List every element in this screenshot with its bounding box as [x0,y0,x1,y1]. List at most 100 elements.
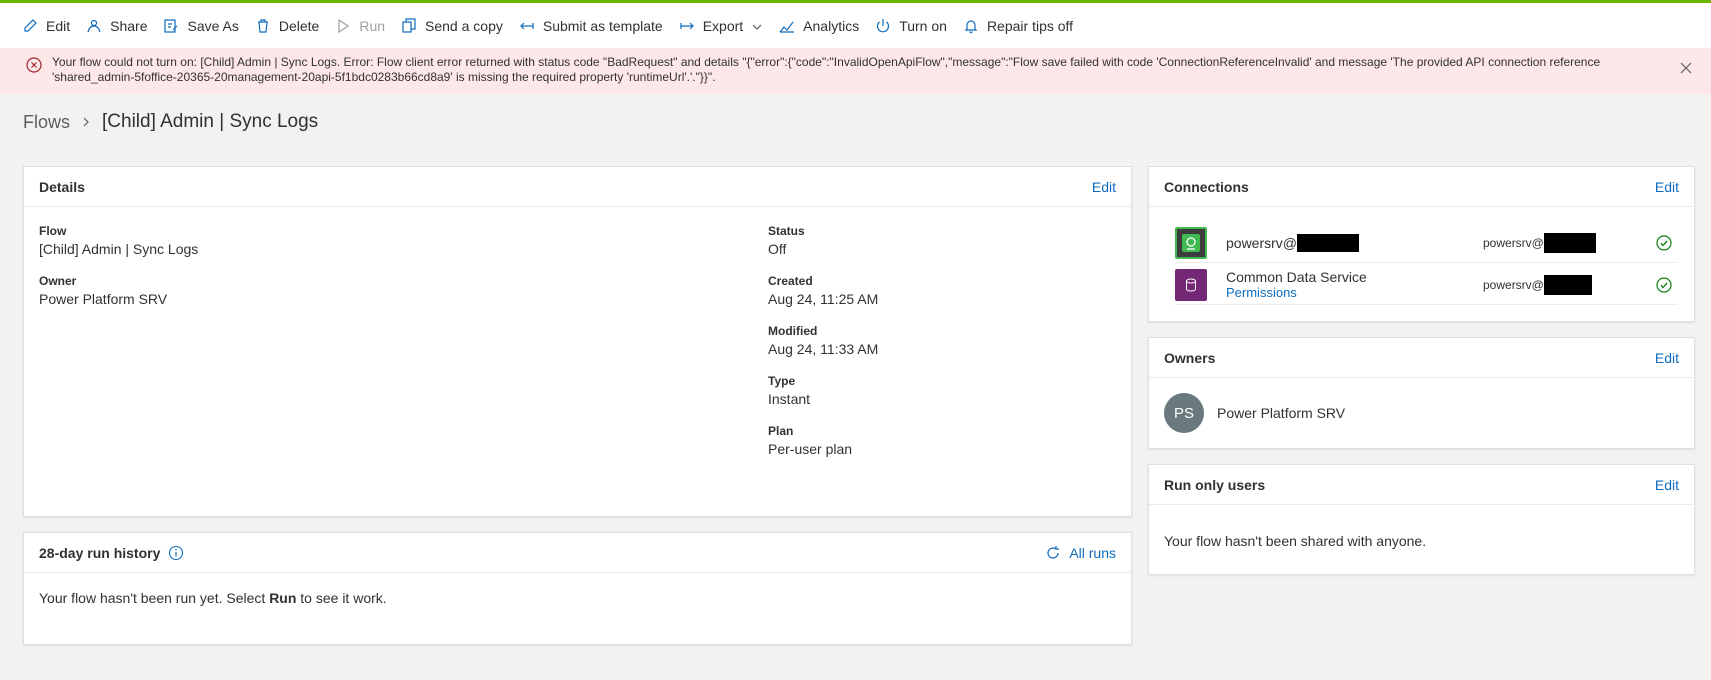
analytics-label: Analytics [803,17,860,34]
save-as-label: Save As [187,17,239,34]
type-label: Type [768,374,796,388]
connection-account-text: powersrv@ [1483,235,1544,250]
connection-account-text: powersrv@ [1483,277,1544,292]
flow-label: Flow [39,224,67,238]
connection-name: powersrv@ [1226,233,1483,252]
owner-name: Power Platform SRV [1217,405,1346,421]
trash-icon [255,18,271,34]
connection-name: Common Data Service Permissions [1226,269,1483,301]
plan-value: Per-user plan [768,441,853,457]
error-message: Your flow could not turn on: [Child] Adm… [52,55,1601,84]
refresh-icon [1045,545,1061,561]
play-icon [335,18,351,34]
connection-name-text: powersrv@ [1226,234,1298,251]
submit-template-button[interactable]: Submit as template [511,6,671,46]
redacted-block [1297,233,1360,252]
share-button[interactable]: Share [78,6,155,46]
status-field: Status Off [768,224,805,257]
modified-field: Modified Aug 24, 11:33 AM [768,324,878,357]
analytics-button[interactable]: Analytics [771,6,867,46]
share-label: Share [110,17,148,34]
run-only-title: Run only users [1164,476,1266,493]
type-value: Instant [768,391,811,407]
power-icon [875,18,891,34]
export-icon [679,18,695,34]
chart-line-icon [779,18,795,34]
owner-entry: PS Power Platform SRV [1164,393,1345,433]
turn-on-button[interactable]: Turn on [867,6,955,46]
delete-label: Delete [278,17,320,34]
redacted-block [1543,274,1592,295]
all-runs-label: All runs [1069,544,1116,561]
export-button[interactable]: Export [671,6,771,46]
owners-title: Owners [1164,349,1216,366]
save-as-button[interactable]: Save As [155,6,246,46]
connection-row: powersrv@ powersrv@ [1175,223,1678,263]
plan-label: Plan [768,424,794,438]
run-only-empty: Your flow hasn't been shared with anyone… [1164,533,1427,549]
office365-admin-icon [1175,226,1207,259]
redacted-block [1543,232,1596,253]
owners-edit-link[interactable]: Edit [1655,350,1679,366]
error-banner: Your flow could not turn on: [Child] Adm… [0,48,1711,94]
run-history-card: 28-day run history All runs Your flow ha… [23,532,1132,645]
details-edit-link[interactable]: Edit [1092,179,1116,195]
permissions-link[interactable]: Permissions [1226,285,1483,301]
type-field: Type Instant [768,374,810,407]
database-icon [1175,268,1207,301]
connections-edit-link[interactable]: Edit [1655,179,1679,195]
run-only-edit-link[interactable]: Edit [1655,477,1679,493]
owner-value: Power Platform SRV [39,291,168,307]
export-label: Export [702,17,744,34]
chevron-right-icon [80,116,92,128]
owner-field: Owner Power Platform SRV [39,274,167,307]
check-circle-icon [1656,234,1672,251]
run-only-users-card: Run only users Edit Your flow hasn't bee… [1148,464,1695,575]
connection-row: Common Data Service Permissions powersrv… [1175,265,1678,305]
pencil-icon [22,18,38,34]
breadcrumb-flows-link[interactable]: Flows [23,112,70,133]
bell-icon [963,18,979,34]
copy-icon [401,17,417,34]
all-runs-link[interactable]: All runs [1045,545,1116,561]
created-label: Created [768,274,813,288]
empty-run-bold: Run [269,590,297,606]
run-button[interactable]: Run [327,6,393,46]
connection-account: powersrv@ [1483,232,1596,253]
created-value: Aug 24, 11:25 AM [768,291,879,307]
connections-card: Connections Edit powersrv@ powersrv@ Com… [1148,166,1695,322]
repair-tips-label: Repair tips off [986,17,1074,34]
send-copy-button[interactable]: Send a copy [393,6,511,46]
connection-name-text: Common Data Service [1226,268,1367,285]
modified-value: Aug 24, 11:33 AM [768,341,879,357]
delete-button[interactable]: Delete [247,6,327,46]
status-label: Status [768,224,805,238]
info-icon[interactable] [168,545,184,561]
empty-prefix: Your flow hasn't been run yet. Select [39,590,270,606]
details-card: Details Edit Flow [Child] Admin | Sync L… [23,166,1132,517]
error-circle-icon [26,57,42,73]
arrow-left-icon [519,18,535,34]
owners-card: Owners Edit PS Power Platform SRV [1148,337,1695,449]
repair-tips-button[interactable]: Repair tips off [955,6,1081,46]
send-copy-label: Send a copy [425,17,503,34]
details-title: Details [39,178,85,195]
empty-suffix: to see it work. [296,590,387,606]
submit-template-label: Submit as template [542,17,663,34]
page-title: [Child] Admin | Sync Logs [102,111,319,132]
plan-field: Plan Per-user plan [768,424,852,457]
turn-on-label: Turn on [899,17,947,34]
connections-title: Connections [1164,178,1249,195]
close-icon[interactable] [1679,61,1693,75]
run-history-empty: Your flow hasn't been run yet. Select Ru… [39,590,387,606]
edit-button[interactable]: Edit [14,6,78,46]
command-bar: Edit Share Save As Delete Run Send a cop… [0,0,1711,48]
flow-field: Flow [Child] Admin | Sync Logs [39,224,198,257]
edit-label: Edit [46,17,71,34]
created-field: Created Aug 24, 11:25 AM [768,274,878,307]
run-label: Run [359,17,386,34]
owner-label: Owner [39,274,77,288]
status-value: Off [768,241,787,257]
share-icon [86,18,102,34]
check-circle-icon [1656,276,1672,293]
